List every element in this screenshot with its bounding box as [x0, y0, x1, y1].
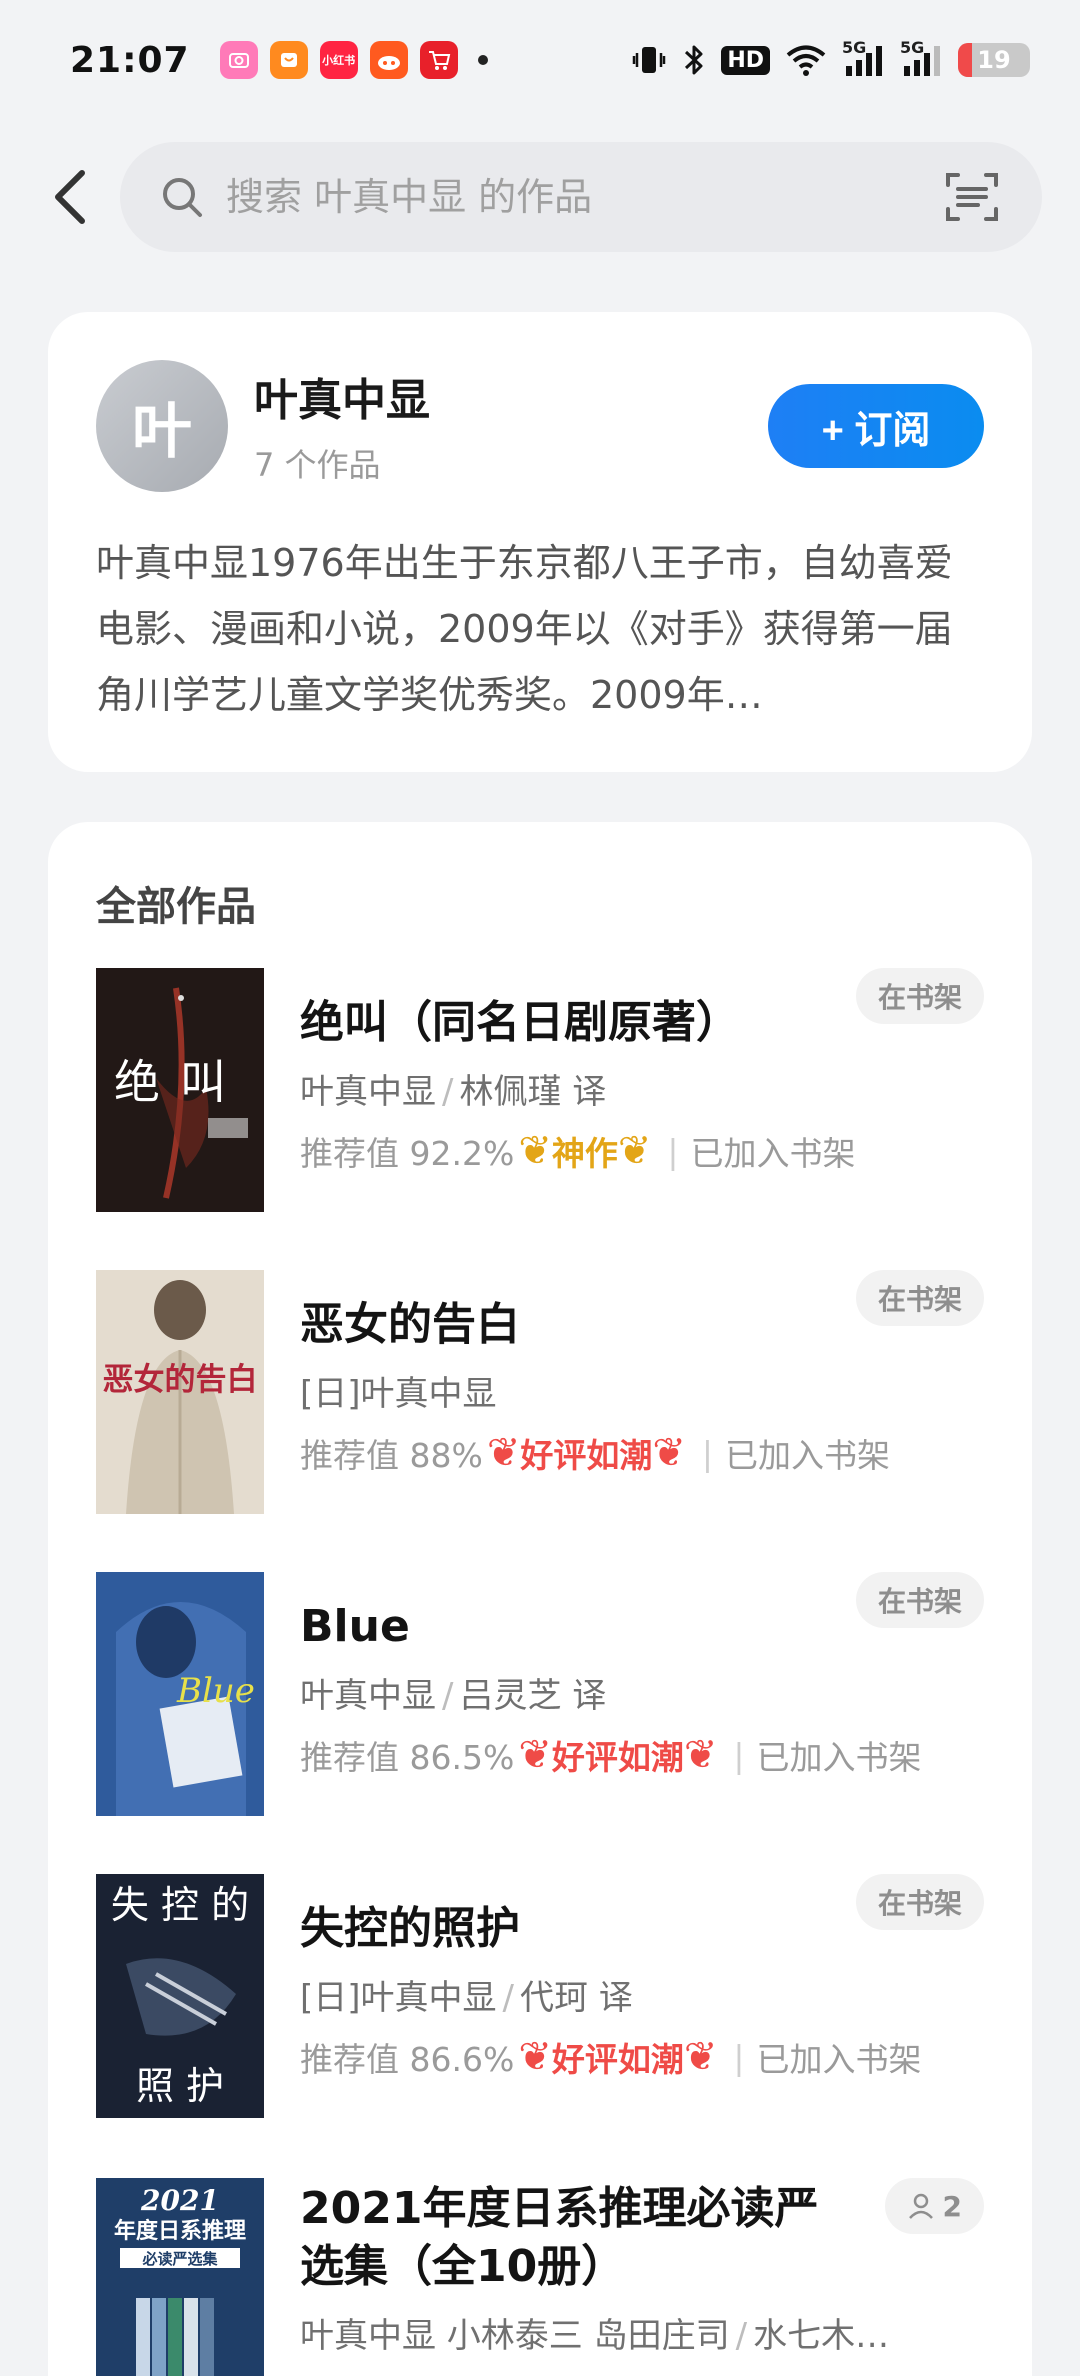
recommend-value: 推荐值 88%	[300, 1436, 483, 1475]
recommend-value: 推荐值 86.6%	[300, 2040, 515, 2079]
book-cover-4[interactable]: 失 控 的 照 护	[96, 1874, 264, 2118]
book-cover-2[interactable]: 恶女的告白	[96, 1270, 264, 1514]
book-cover-5[interactable]: 2021 年度日系推理 必读严选集	[96, 2178, 264, 2376]
battery-indicator: 19	[958, 43, 1030, 77]
author-name: 叶真中显	[254, 375, 430, 426]
wreath-right-icon: ❦	[652, 1430, 686, 1476]
book-author: [日]叶真中显	[300, 1374, 497, 1414]
search-box[interactable]	[120, 142, 1042, 252]
shelf-status: 已加入书架	[756, 1738, 922, 1777]
book-author: [日]叶真中显 / 代珂 译	[300, 1978, 633, 2018]
search-input[interactable]	[226, 175, 942, 219]
book-meta: 推荐值 92.2% ❦ 神作 ❦ | 已加入书架	[300, 1128, 856, 1174]
bluetooth-icon	[685, 45, 703, 75]
more-notifications-dot	[477, 55, 488, 65]
wreath-right-icon: ❦	[683, 1732, 718, 1778]
cover-4-title-bottom: 照 护	[136, 2064, 224, 2108]
author-works-count: 7 个作品	[254, 446, 381, 484]
xiaohongshu-app-icon: 小红书	[319, 41, 358, 79]
in-shelf-tag: 在书架	[855, 1874, 984, 1930]
cover-3-title: Blue	[176, 1671, 255, 1711]
battery-level: 19	[977, 46, 1011, 74]
works-card: 全部作品 绝叫 绝叫（同名日剧原著） 叶真中显 / 林佩瑾 译 推荐值 92.2% …	[48, 822, 1032, 2376]
wreath-left-icon: ❦	[518, 1128, 552, 1174]
book-item-5[interactable]: 2021 年度日系推理 必读严选集 2021年度日系推理必读严选集（全10册） …	[96, 2178, 984, 2376]
status-time: 21:07	[70, 39, 190, 81]
back-button[interactable]	[40, 164, 100, 230]
person-icon	[908, 2193, 933, 2219]
book-cover-3[interactable]: Blue	[96, 1572, 264, 1816]
game-app-icon	[369, 41, 408, 79]
in-shelf-tag: 在书架	[855, 1572, 984, 1628]
readers-tag: 2	[884, 2178, 984, 2234]
search-icon	[163, 178, 202, 217]
wreath-right-icon: ❦	[683, 2034, 718, 2080]
badge-haopingruchao: ❦ 好评如潮 ❦	[486, 1430, 686, 1476]
camera-app-icon	[219, 41, 258, 79]
wreath-left-icon: ❦	[518, 2034, 552, 2080]
badge-haopingruchao: ❦ 好评如潮 ❦	[518, 2034, 718, 2080]
author-avatar[interactable]: 叶	[96, 360, 228, 492]
status-bar: 21:07 小红书 HD 5G 5G 19	[0, 0, 1080, 120]
book-author: 叶真中显 / 吕灵芝 译	[300, 1676, 607, 1716]
system-icons: HD 5G 5G 19	[631, 38, 1030, 78]
wreath-right-icon: ❦	[617, 1128, 652, 1174]
recommend-value: 推荐值 86.5%	[300, 1738, 515, 1777]
book-item-4[interactable]: 失 控 的 照 护 失控的照护 [日]叶真中显 / 代珂 译 推荐值 86.6% ❦…	[96, 1874, 984, 2134]
shopping-app-icon	[269, 41, 308, 79]
signal-5g-icon-2: 5G	[900, 38, 944, 78]
book-info-5: 2021年度日系推理必读严选集（全10册） 叶真中显 小林泰三 岛田庄司 / 水七木…	[300, 2178, 984, 2357]
battery-fill	[958, 43, 972, 77]
cover-2-title: 恶女的告白	[103, 1362, 258, 1398]
in-shelf-tag: 在书架	[855, 968, 984, 1024]
wifi-icon	[786, 45, 826, 76]
wreath-left-icon: ❦	[486, 1430, 521, 1476]
book-cover-1[interactable]: 绝叫	[96, 968, 264, 1212]
book-item-1[interactable]: 绝叫 绝叫（同名日剧原著） 叶真中显 / 林佩瑾 译 推荐值 92.2% ❦ 神作 ❦ …	[96, 968, 984, 1228]
vibrate-icon	[633, 47, 666, 73]
shelf-status: 已加入书架	[756, 2040, 922, 2079]
shelf-status: 已加入书架	[725, 1436, 890, 1475]
cart-app-icon	[419, 41, 458, 79]
in-shelf-tag: 在书架	[855, 1270, 984, 1326]
book-title: 2021年度日系推理必读严选集（全10册）	[300, 2183, 819, 2292]
cover-1-title: 绝叫	[114, 1055, 246, 1109]
book-author: 叶真中显 / 林佩瑾 译	[300, 1072, 607, 1112]
wreath-left-icon: ❦	[518, 1732, 552, 1778]
book-meta: 推荐值 88% ❦ 好评如潮 ❦ | 已加入书架	[300, 1430, 890, 1476]
recommend-value: 推荐值 92.2%	[300, 1134, 515, 1173]
author-card: 叶 叶真中显 7 个作品 + 订阅 叶真中显1976年出生于东京都八王子市，自幼…	[48, 312, 1032, 772]
book-meta: 推荐值 86.6% ❦ 好评如潮 ❦ | 已加入书架	[300, 2034, 922, 2080]
scan-icon[interactable]	[942, 167, 1002, 227]
subscribe-button[interactable]: + 订阅	[768, 384, 984, 468]
cover-5-year: 2021	[140, 2184, 219, 2217]
book-author: 叶真中显 小林泰三 岛田庄司 / 水七木…	[300, 2316, 890, 2356]
badge-shenzuo: ❦ 神作 ❦	[518, 1128, 652, 1174]
works-section-title: 全部作品	[96, 884, 256, 930]
author-bio[interactable]: 叶真中显1976年出生于东京都八王子市，自幼喜爱电影、漫画和小说，2009年以《…	[96, 530, 984, 728]
shelf-status: 已加入书架	[690, 1134, 856, 1173]
book-item-2[interactable]: 恶女的告白 恶女的告白 [日]叶真中显 推荐值 88% ❦ 好评如潮 ❦ | 已加入…	[96, 1270, 984, 1530]
book-item-3[interactable]: Blue Blue 叶真中显 / 吕灵芝 译 推荐值 86.5% ❦ 好评如潮 ❦ | …	[96, 1572, 984, 1832]
cover-4-title-top: 失 控 的	[111, 1883, 249, 1927]
cover-5-sub: 必读严选集	[141, 2250, 218, 2268]
cover-5-title: 年度日系推理	[114, 2218, 246, 2244]
book-meta: 推荐值 86.5% ❦ 好评如潮 ❦ | 已加入书架	[300, 1732, 922, 1778]
badge-haopingruchao: ❦ 好评如潮 ❦	[518, 1732, 718, 1778]
signal-5g-icon-1: 5G	[842, 38, 886, 78]
back-arrow-icon	[55, 170, 85, 224]
notification-icons: 小红书	[219, 41, 488, 79]
hd-icon: HD	[721, 45, 770, 75]
search-row	[0, 142, 1080, 252]
